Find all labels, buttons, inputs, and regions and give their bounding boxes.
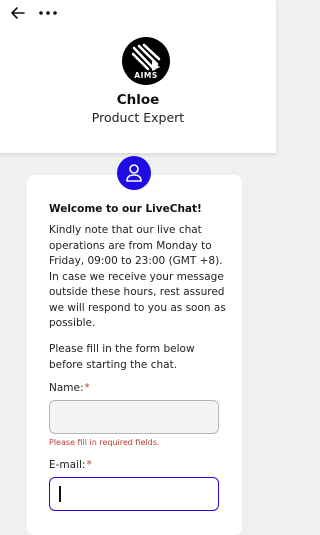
brand-logo: AIMS	[122, 37, 170, 85]
logo-text: AIMS	[134, 70, 158, 80]
chat-header: AIMS Chloe Product Expert	[0, 0, 276, 153]
arrow-left-icon	[11, 7, 25, 19]
required-marker: *	[86, 459, 92, 471]
agent-name: Chloe	[116, 92, 160, 108]
text-caret	[59, 486, 61, 502]
operating-hours-notice: Kindly note that our live chat operation…	[49, 224, 226, 329]
name-error-message: Please fill in required fields.	[49, 438, 160, 447]
required-marker: *	[84, 382, 90, 394]
email-field-label: E-mail:*	[49, 459, 92, 471]
agent-role: Product Expert	[91, 110, 185, 125]
welcome-title: Welcome to our LiveChat!	[49, 203, 202, 215]
email-input[interactable]	[49, 477, 219, 511]
form-instruction: Please fill in the form below before sta…	[49, 343, 195, 371]
name-label-text: Name:	[49, 382, 84, 394]
email-label-text: E-mail:	[49, 459, 86, 471]
name-input[interactable]	[49, 400, 219, 434]
user-avatar	[117, 156, 151, 190]
name-field-label: Name:*	[49, 382, 90, 394]
prechat-form-card: Welcome to our LiveChat! Kindly note tha…	[27, 175, 242, 535]
more-options-button[interactable]	[36, 3, 60, 23]
more-horizontal-icon	[39, 11, 57, 15]
user-icon	[126, 164, 142, 182]
back-button[interactable]	[8, 3, 28, 23]
